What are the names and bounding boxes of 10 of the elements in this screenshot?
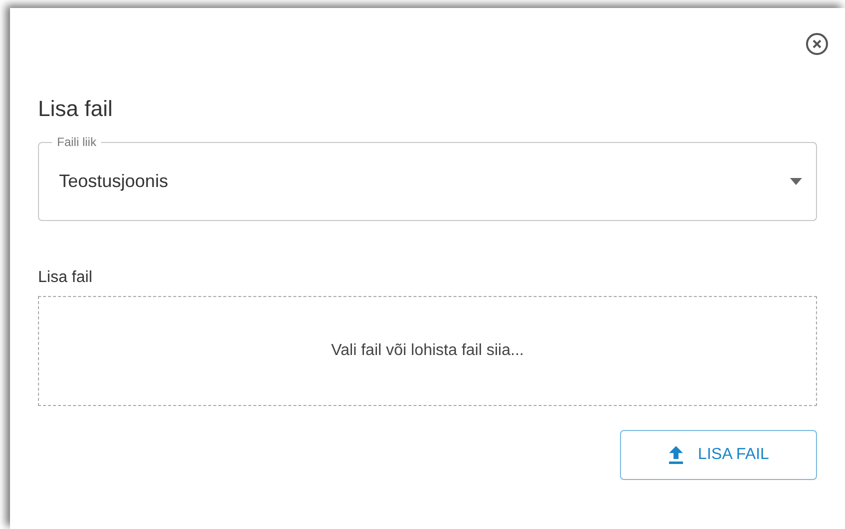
caret-icon (790, 178, 802, 185)
add-file-button[interactable]: LISA FAIL (620, 430, 817, 480)
upload-icon (668, 446, 684, 464)
close-icon[interactable] (805, 32, 829, 56)
field-label: Faili liik (52, 135, 102, 149)
select-value: Teostusjoonis (59, 171, 168, 192)
dialog-title: Lisa fail (38, 96, 114, 122)
upload-label: Lisa fail (38, 269, 94, 287)
file-type-select[interactable]: Faili liik Teostusjoonis (38, 135, 817, 221)
file-dropzone[interactable]: Vali fail või lohista fail siia... (38, 296, 817, 406)
